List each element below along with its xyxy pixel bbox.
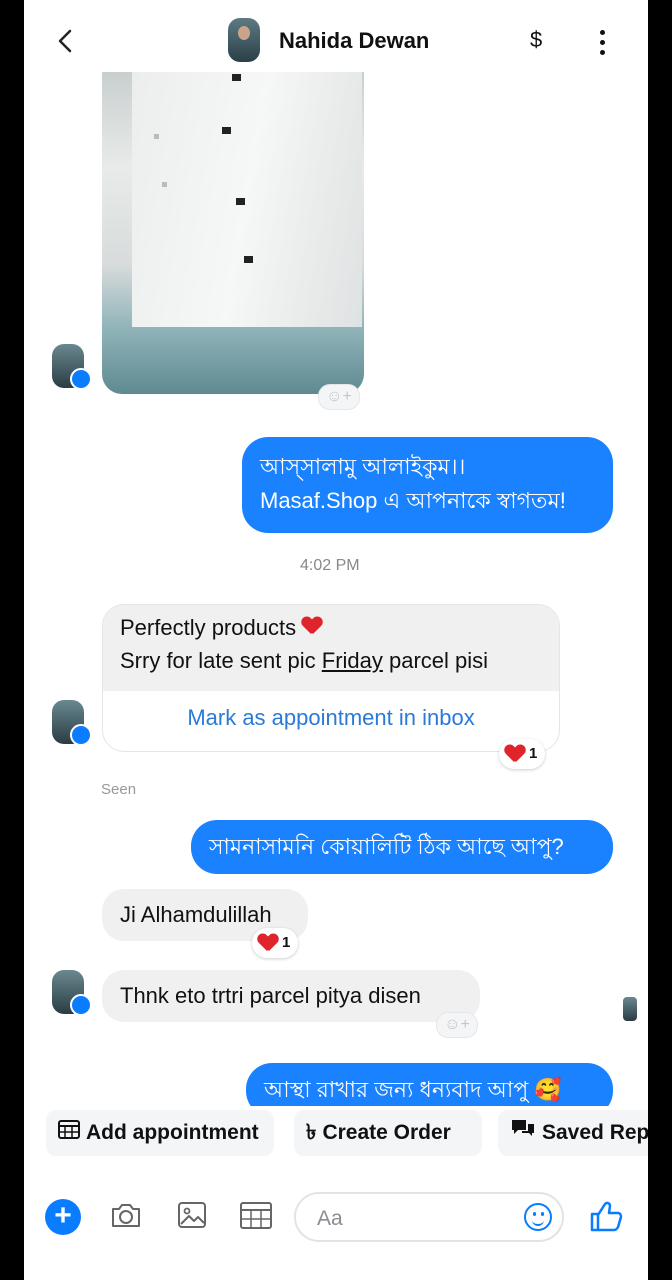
messenger-badge-icon	[70, 724, 92, 746]
message-timestamp: 4:02 PM	[300, 557, 360, 574]
messenger-badge-icon	[70, 994, 92, 1016]
incoming-message-card[interactable]: Perfectly products Srry for late sent pi…	[102, 604, 560, 752]
heart-icon	[505, 745, 525, 763]
heart-reaction-badge[interactable]: 1	[252, 928, 299, 958]
photo-message[interactable]	[102, 72, 364, 394]
card-text-area: Perfectly products Srry for late sent pi…	[103, 605, 559, 691]
heart-emoji-icon	[302, 617, 322, 635]
quick-reply-bar: Add appointment ৳ Create Order Saved Rep	[24, 1106, 648, 1162]
sender-avatar[interactable]	[52, 344, 92, 390]
friday-link[interactable]: Friday	[322, 648, 383, 673]
messenger-badge-icon	[70, 368, 92, 390]
sender-avatar[interactable]	[52, 970, 92, 1016]
outgoing-message-quality[interactable]: সামনাসামনি কোয়ালিটি ঠিক আছে আপু?	[191, 820, 613, 874]
card-line-1: Perfectly products	[120, 615, 322, 641]
contact-avatar[interactable]	[228, 18, 260, 62]
chat-screen: Nahida Dewan $ ☺+ আস্সালামু আলাইকুম।। Ma…	[24, 0, 648, 1280]
shirt-image	[132, 72, 362, 327]
add-appointment-chip[interactable]: Add appointment	[46, 1110, 274, 1156]
add-reaction-button[interactable]: ☺+	[436, 1012, 478, 1038]
payment-icon[interactable]: $	[530, 27, 542, 53]
incoming-message-thanks[interactable]: Thnk eto trtri parcel pitya disen	[102, 970, 480, 1022]
greeting-line-2: Masaf.Shop এ আপনাকে স্বাগতম!	[260, 488, 566, 513]
create-order-chip[interactable]: ৳ Create Order	[294, 1110, 482, 1156]
greeting-line-1: আস্সালামু আলাইকুম।।	[260, 454, 466, 479]
card-line-2: Srry for late sent pic Friday parcel pis…	[120, 648, 489, 673]
saved-replies-chip[interactable]: Saved Rep	[498, 1110, 648, 1156]
add-reaction-button[interactable]: ☺+	[318, 384, 360, 410]
thumbs-up-icon[interactable]	[588, 1198, 624, 1234]
heart-icon	[258, 934, 278, 952]
calendar-grid-icon[interactable]	[239, 1200, 273, 1230]
seen-label: Seen	[101, 781, 137, 798]
read-receipt-avatar	[623, 997, 637, 1021]
chevron-left-icon[interactable]	[52, 26, 80, 56]
message-composer: + Aa	[24, 1180, 648, 1260]
taka-icon: ৳	[306, 1121, 317, 1144]
emoji-icon[interactable]	[524, 1203, 552, 1231]
contact-name[interactable]: Nahida Dewan	[279, 28, 429, 54]
heart-reaction-badge[interactable]: 1	[499, 739, 546, 769]
message-input-placeholder: Aa	[317, 1207, 343, 1230]
kebab-menu-icon[interactable]	[600, 30, 606, 60]
mark-appointment-link[interactable]: Mark as appointment in inbox	[103, 705, 559, 731]
plus-icon[interactable]: +	[45, 1199, 81, 1235]
camera-icon[interactable]	[109, 1200, 143, 1230]
calendar-icon	[58, 1110, 80, 1156]
outgoing-message-greeting[interactable]: আস্সালামু আলাইকুম।। Masaf.Shop এ আপনাকে …	[242, 437, 613, 533]
sender-avatar[interactable]	[52, 700, 92, 746]
chat-bubbles-icon	[510, 1110, 536, 1156]
gallery-icon[interactable]	[175, 1200, 209, 1230]
